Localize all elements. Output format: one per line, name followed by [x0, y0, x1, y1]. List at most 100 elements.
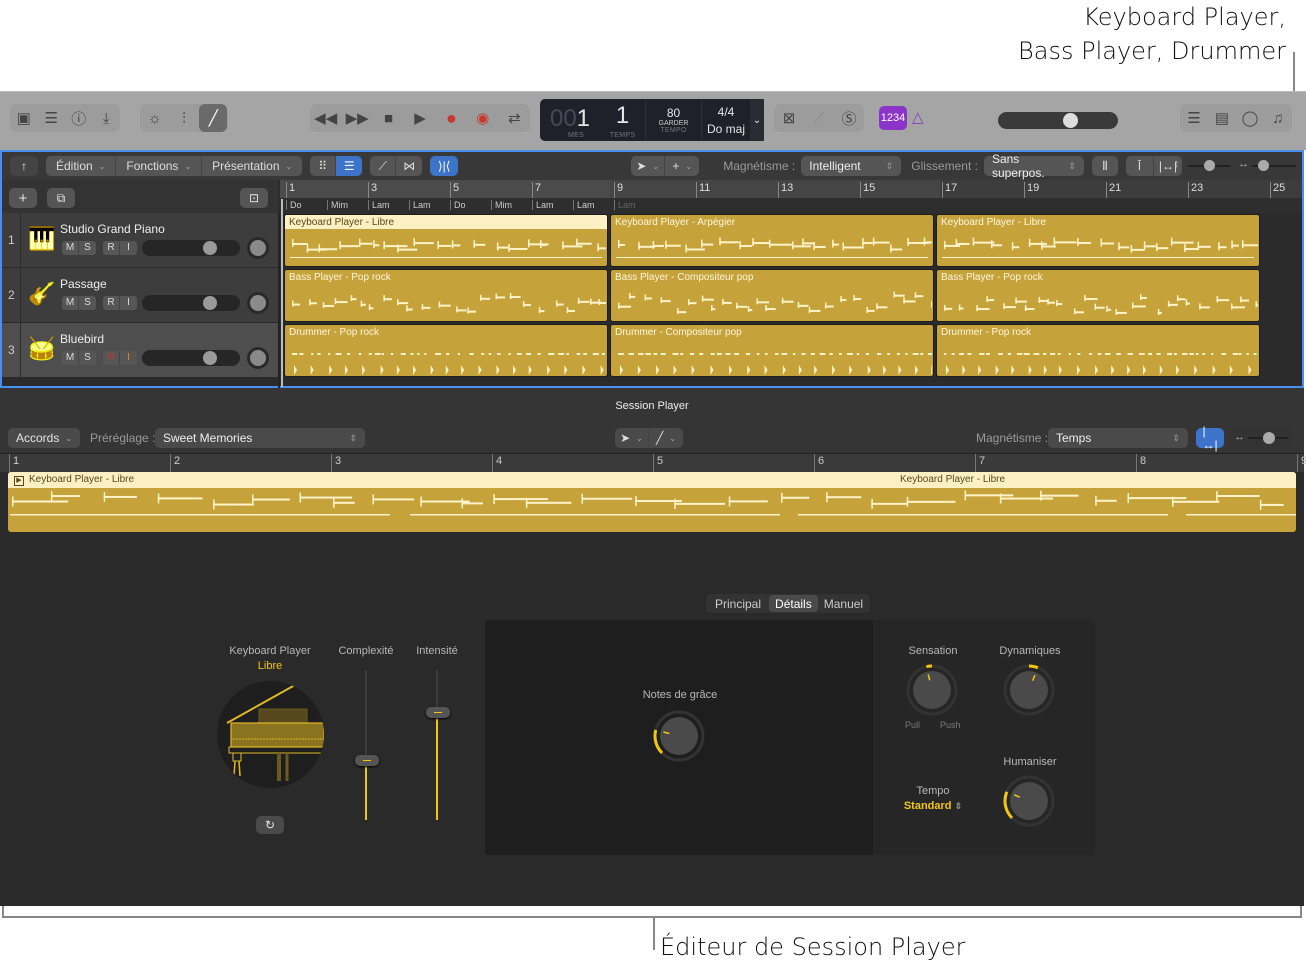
volume-knob[interactable] — [203, 351, 218, 365]
lcd-display[interactable]: 00 1 MES 1 TEMPS 80 GARDER TEMPO 4/4 Do … — [540, 99, 764, 141]
solo-button[interactable]: S — [79, 241, 96, 255]
list-view-icon[interactable]: ☰ — [336, 156, 363, 176]
menu-functions[interactable]: Fonctions ⌄ — [116, 156, 203, 176]
catch-icon[interactable]: ⟩|⟨ — [430, 156, 458, 176]
help-icon[interactable]: ⓘ — [65, 104, 93, 132]
volume-slider[interactable] — [142, 350, 240, 366]
grid-view-icon[interactable]: ⠿ — [310, 156, 337, 176]
session-player-region[interactable]: ▶ Keyboard Player - Libre Keyboard Player … — [8, 472, 1296, 532]
record-enable-button[interactable]: R — [103, 241, 120, 255]
region[interactable]: Bass Player - Compositeur pop — [610, 269, 934, 322]
loop-browser-icon[interactable]: ◯ — [1236, 104, 1264, 132]
sp-zoom-slider[interactable]: ↔ — [1230, 428, 1292, 448]
humanize-knob[interactable] — [1003, 775, 1055, 827]
mode-select[interactable]: Accords ⌄ — [8, 428, 81, 448]
fast-forward-icon[interactable]: ▶▶ — [343, 104, 371, 132]
chord-marker[interactable]: Do — [450, 200, 466, 210]
snap-select[interactable]: Intelligent ⇕ — [801, 156, 902, 176]
input-monitor-button[interactable]: I — [120, 296, 137, 310]
mute-button[interactable]: M — [62, 296, 79, 310]
input-monitor-button[interactable]: I — [120, 241, 137, 255]
volume-slider[interactable] — [142, 240, 240, 256]
notepad-icon[interactable]: ▤ — [1208, 104, 1236, 132]
drag-select[interactable]: Sans superpos. ⇕ — [983, 152, 1084, 180]
track-name[interactable]: Passage — [60, 277, 107, 291]
download-icon[interactable]: ⤓ — [93, 104, 121, 132]
menu-view[interactable]: Présentation ⌄ — [202, 156, 302, 176]
flex-icon[interactable]: ⋈ — [396, 156, 422, 176]
count-in-button[interactable]: 1234 — [879, 106, 907, 130]
vertical-zoom-slider[interactable]: ↕ — [1174, 158, 1234, 174]
tab-details[interactable]: Détails — [769, 595, 818, 612]
chord-marker[interactable]: Lam — [573, 200, 595, 210]
sp-snap-select[interactable]: Temps ⇕ — [1048, 428, 1188, 448]
chord-marker[interactable]: Lam — [614, 200, 636, 210]
dynamics-knob[interactable] — [1003, 664, 1055, 716]
list-icon[interactable]: ☰ — [1180, 104, 1208, 132]
track-header[interactable]: 3 🥁 Bluebird M S R I — [2, 323, 278, 378]
back-icon[interactable]: ↑ — [10, 156, 38, 176]
volume-slider[interactable] — [142, 295, 240, 311]
cycle-icon[interactable]: ⇄ — [500, 104, 528, 132]
playhead[interactable] — [281, 199, 283, 387]
volume-knob[interactable] — [203, 241, 218, 255]
track-name[interactable]: Bluebird — [60, 332, 104, 346]
solo-button[interactable]: S — [79, 296, 96, 310]
waveform-zoom-icon[interactable]: ⦀ — [1091, 156, 1118, 176]
feel-knob[interactable] — [906, 664, 958, 716]
chord-marker[interactable]: Mim — [491, 200, 512, 210]
pointer-tool-icon[interactable]: ➤ ⌄ — [615, 428, 649, 448]
region[interactable]: Drummer - Pop rock — [936, 324, 1260, 377]
grace-notes-knob[interactable] — [653, 710, 705, 762]
slider-thumb[interactable] — [355, 755, 379, 766]
record-enable-button[interactable]: R — [103, 351, 120, 365]
region[interactable]: Keyboard Player - Arpégier — [610, 214, 934, 267]
pan-knob[interactable] — [247, 347, 269, 369]
refresh-player-button[interactable]: ↻ — [256, 816, 284, 834]
add-track-button[interactable]: + — [9, 188, 37, 208]
brightness-icon[interactable]: ☼ — [141, 104, 169, 132]
horizontal-zoom-slider[interactable]: ↔ — [1238, 158, 1298, 174]
tab-manual[interactable]: Manuel — [818, 595, 869, 612]
region[interactable]: Keyboard Player - Libre — [284, 214, 608, 267]
pan-knob[interactable] — [247, 292, 269, 314]
mute-button[interactable]: M — [62, 241, 79, 255]
region[interactable]: Keyboard Player - Libre — [936, 214, 1260, 267]
sp-fit-icon[interactable]: |↔| — [1196, 424, 1224, 452]
slider-thumb[interactable] — [426, 707, 450, 718]
replace-icon[interactable]: ⊠ — [775, 104, 803, 132]
crosshair-tool-icon[interactable]: + ⌄ — [665, 156, 699, 176]
chord-marker[interactable]: Lam — [409, 200, 431, 210]
player-avatar-piano-icon[interactable] — [217, 681, 324, 788]
solo-icon[interactable]: Ⓢ — [835, 104, 863, 132]
vertical-fit-icon[interactable]: Ī — [1126, 156, 1154, 176]
track-header[interactable]: 1 🎹 Studio Grand Piano M S R I — [2, 213, 278, 268]
chord-marker[interactable]: Do — [286, 200, 302, 210]
track-name[interactable]: Studio Grand Piano — [60, 222, 165, 236]
solo-button[interactable]: S — [79, 351, 96, 365]
rewind-icon[interactable]: ◀◀ — [312, 104, 340, 132]
pencil-icon[interactable]: ╱ — [199, 104, 228, 132]
complexity-slider[interactable] — [355, 670, 379, 827]
player-style[interactable]: Libre — [215, 660, 325, 672]
menu-edit[interactable]: Édition ⌄ — [46, 156, 117, 176]
duplicate-track-button[interactable]: ⧉ — [47, 188, 75, 208]
record-enable-button[interactable]: R — [103, 296, 120, 310]
metronome-icon[interactable]: △ — [912, 108, 924, 126]
tuner-icon[interactable]: ⟋ — [805, 104, 833, 132]
automation-icon[interactable]: ⟋ — [370, 156, 397, 176]
region[interactable]: Drummer - Pop rock — [284, 324, 608, 377]
collapse-button[interactable]: ⊡ — [240, 188, 268, 208]
library-icon[interactable]: ▣ — [10, 104, 38, 132]
region[interactable]: Bass Player - Pop rock — [936, 269, 1260, 322]
chord-marker[interactable]: Lam — [368, 200, 390, 210]
ruler[interactable]: 1 3 5 7 9 11 13 15 17 19 21 23 25 Do Mim Lam Lam Do Mim Lam… — [280, 180, 1302, 213]
play-icon[interactable]: ▶ — [406, 104, 434, 132]
pencil-tool-icon[interactable]: ╱ ⌄ — [649, 428, 683, 448]
media-browser-icon[interactable]: ♫ — [1264, 104, 1292, 132]
master-volume-slider[interactable] — [998, 112, 1118, 129]
stop-icon[interactable]: ■ — [375, 104, 403, 132]
preset-select[interactable]: Sweet Memories ⇕ — [155, 428, 365, 448]
record-icon[interactable]: ● — [437, 104, 465, 132]
mute-button[interactable]: M — [62, 351, 79, 365]
